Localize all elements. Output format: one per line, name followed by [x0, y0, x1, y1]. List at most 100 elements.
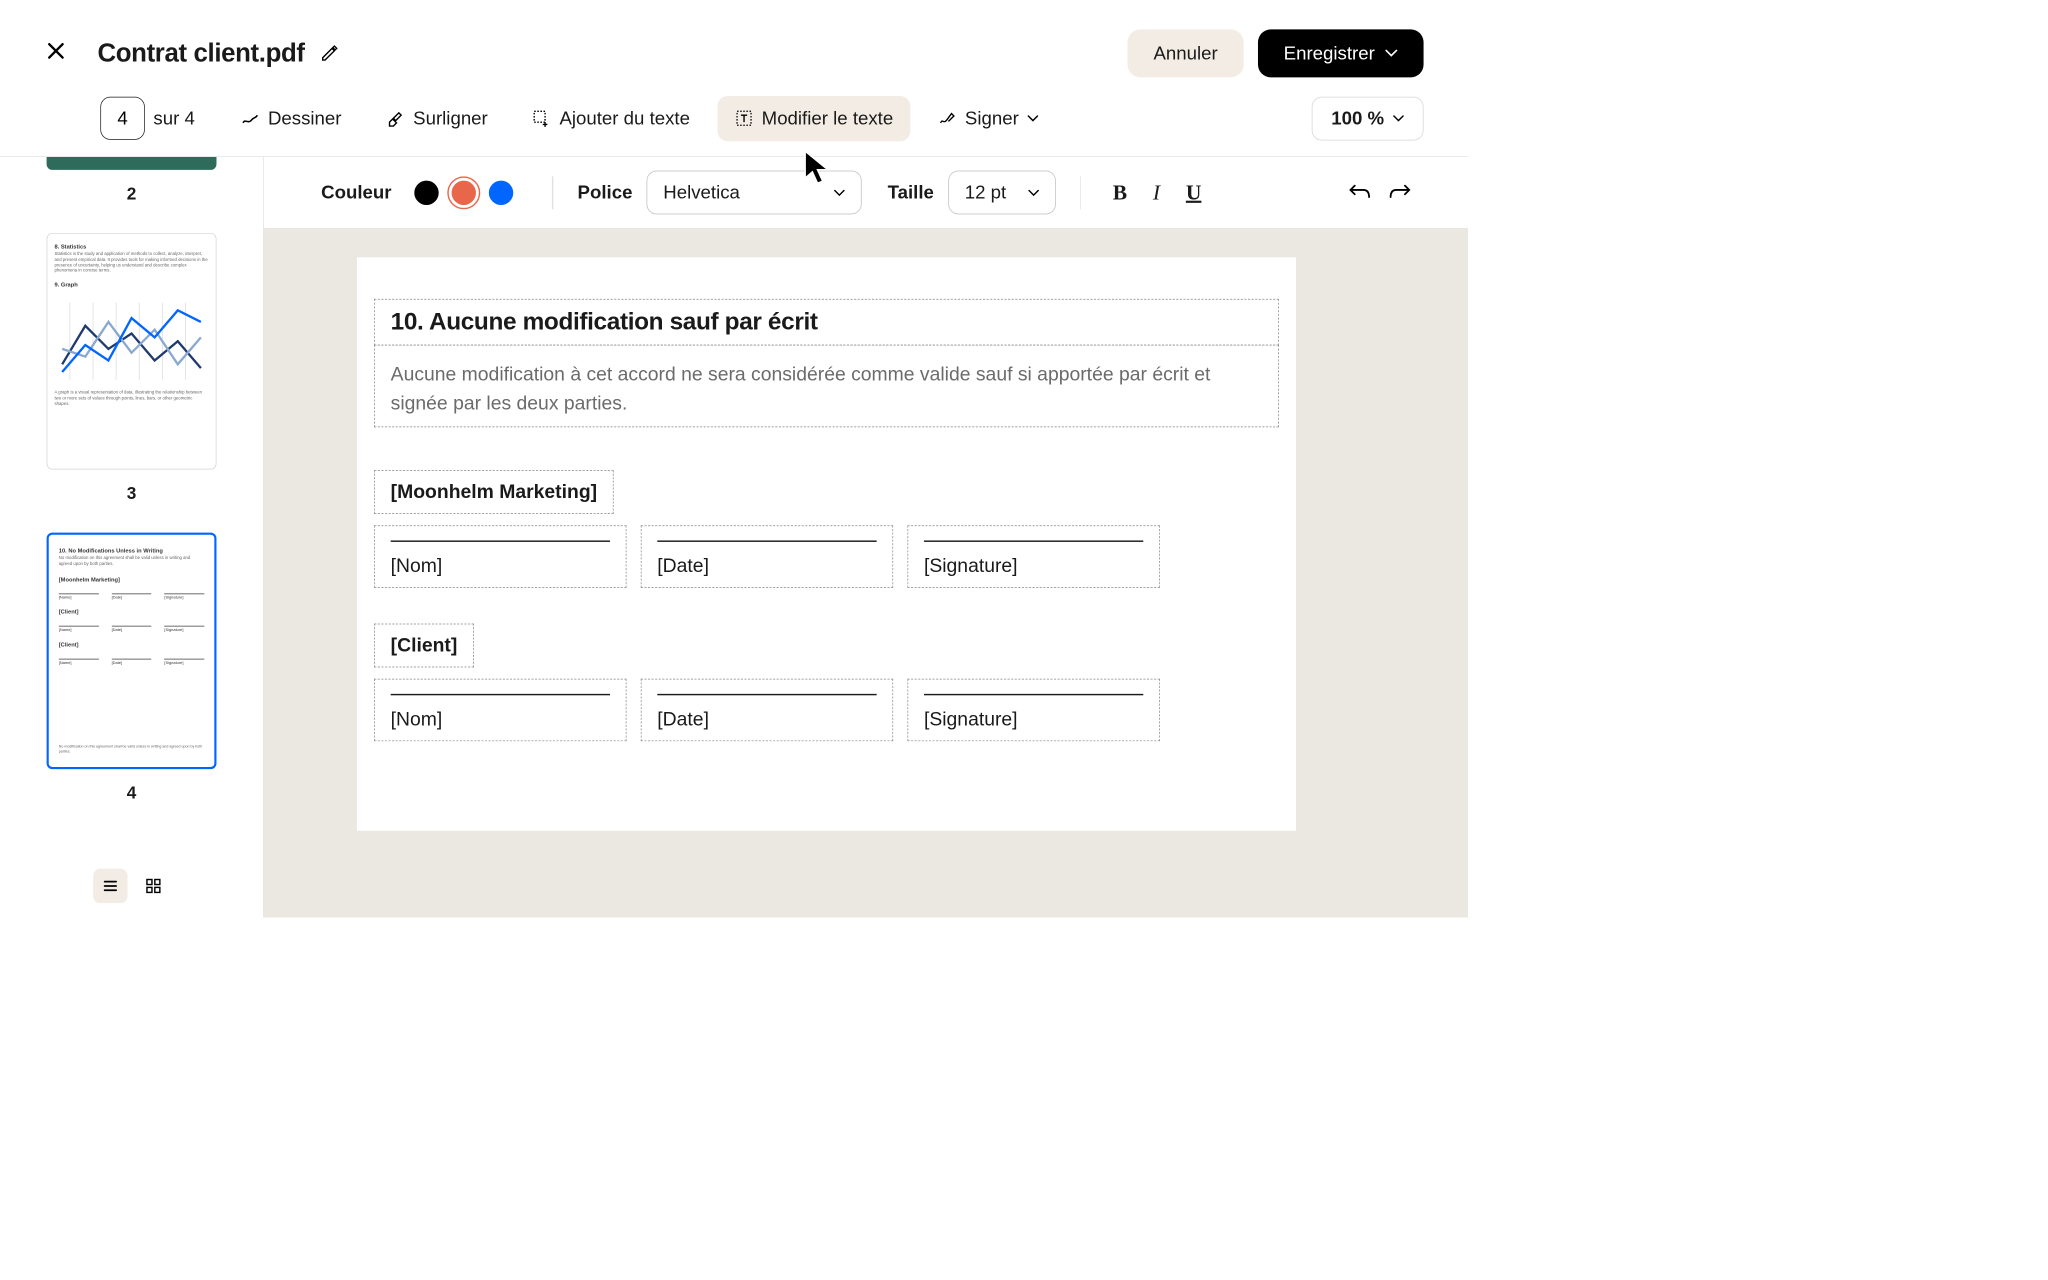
- undo-redo-group: [1349, 183, 1411, 202]
- tool-draw-label: Dessiner: [268, 107, 342, 129]
- grid-icon: [144, 877, 161, 894]
- font-value: Helvetica: [663, 181, 740, 203]
- tool-draw[interactable]: Dessiner: [224, 96, 359, 141]
- sig-field-name[interactable]: [Nom]: [374, 678, 626, 740]
- close-icon: [44, 39, 67, 62]
- sig-field-signature[interactable]: [Signature]: [907, 525, 1159, 587]
- save-button[interactable]: Enregistrer: [1258, 29, 1424, 77]
- thumbnail-number: 4: [127, 783, 137, 803]
- close-button[interactable]: [44, 39, 67, 68]
- rename-button[interactable]: [320, 44, 339, 63]
- italic-button[interactable]: I: [1153, 180, 1160, 204]
- tool-add-text-label: Ajouter du texte: [559, 107, 690, 129]
- chevron-down-icon: [1393, 115, 1404, 122]
- chevron-down-icon: [834, 189, 845, 196]
- thumb3-p2: A graph is a visual representation of da…: [54, 391, 208, 408]
- thumb4-party1: [Moonhelm Marketing]: [59, 576, 205, 583]
- undo-icon: [1349, 183, 1371, 199]
- thumb3-heading-2: 9. Graph: [54, 282, 208, 289]
- page-total-label: sur 4: [153, 107, 194, 129]
- tool-add-text[interactable]: Ajouter du texte: [515, 96, 707, 141]
- thumb4-heading: 10. No Modifications Unless in Writing: [59, 548, 205, 555]
- edit-text-icon: [734, 109, 753, 128]
- party-1-name: [Moonhelm Marketing]: [391, 481, 597, 503]
- font-label: Police: [578, 181, 633, 203]
- color-blue[interactable]: [489, 180, 513, 204]
- list-icon: [101, 877, 118, 894]
- pdf-page: 10. Aucune modification sauf par écrit A…: [357, 257, 1296, 830]
- signature-row-1: [Nom] [Date] [Signature]: [374, 525, 1279, 587]
- page-input-group: sur 4: [100, 97, 194, 140]
- document-title: Contrat client.pdf: [97, 38, 304, 68]
- tool-sign-label: Signer: [965, 107, 1019, 129]
- sig-field-date[interactable]: [Date]: [641, 525, 893, 587]
- section-title: 10. Aucune modification sauf par écrit: [391, 308, 1263, 336]
- pencil-icon: [320, 44, 339, 63]
- redo-icon: [1389, 183, 1411, 199]
- bold-button[interactable]: B: [1113, 180, 1127, 204]
- thumb4-party2b: [Client]: [59, 642, 205, 649]
- view-toggle: [93, 869, 170, 903]
- title-group: Contrat client.pdf: [97, 38, 339, 68]
- size-value: 12 pt: [965, 181, 1006, 203]
- chevron-down-icon: [1385, 49, 1398, 58]
- content-area: Couleur Police Helvetica Taille 12 pt B …: [264, 157, 1468, 918]
- section-body: Aucune modification à cet accord ne sera…: [391, 359, 1263, 417]
- text-block-body[interactable]: Aucune modification à cet accord ne sera…: [374, 344, 1279, 426]
- redo-button[interactable]: [1389, 183, 1411, 202]
- text-block-party2[interactable]: [Client]: [374, 623, 474, 667]
- thumbnail-page-3[interactable]: 8. Statistics Statistics is the study an…: [47, 233, 217, 470]
- zoom-selector[interactable]: 100 %: [1312, 96, 1424, 140]
- thumbnail-sidebar: 2 8. Statistics Statistics is the study …: [0, 157, 264, 918]
- thumbnail-number: 3: [127, 484, 137, 504]
- thumb4-footer: No modification on this agreement shall …: [59, 745, 205, 754]
- undo-button[interactable]: [1349, 183, 1371, 202]
- chevron-down-icon: [1027, 115, 1038, 122]
- save-button-label: Enregistrer: [1284, 42, 1375, 64]
- thumbnail-page-2[interactable]: [47, 157, 217, 170]
- zoom-value: 100 %: [1331, 107, 1384, 129]
- cancel-button[interactable]: Annuler: [1128, 29, 1244, 77]
- color-swatches: [414, 180, 513, 204]
- page-number-input[interactable]: [100, 97, 144, 140]
- separator: [552, 176, 553, 209]
- main-toolbar: sur 4 Dessiner Surligner Ajouter du text…: [0, 86, 1468, 151]
- sig-field-name[interactable]: [Nom]: [374, 525, 626, 587]
- app-header: Contrat client.pdf Annuler Enregistrer: [0, 0, 1468, 86]
- list-view-button[interactable]: [93, 869, 127, 903]
- sign-icon: [938, 109, 957, 128]
- sig-field-signature[interactable]: [Signature]: [907, 678, 1159, 740]
- tool-highlight[interactable]: Surligner: [369, 96, 505, 141]
- tool-sign[interactable]: Signer: [920, 96, 1056, 141]
- tool-edit-text[interactable]: Modifier le texte: [717, 96, 910, 141]
- add-text-icon: [532, 109, 551, 128]
- text-block-title[interactable]: 10. Aucune modification sauf par écrit: [374, 299, 1279, 346]
- underline-button[interactable]: U: [1186, 180, 1202, 204]
- thumb4-party2: [Client]: [59, 609, 205, 616]
- color-black[interactable]: [414, 180, 438, 204]
- thumbnail-strip: 2 8. Statistics Statistics is the study …: [43, 157, 220, 832]
- color-orange[interactable]: [452, 180, 476, 204]
- color-label: Couleur: [321, 181, 391, 203]
- text-block-party1[interactable]: [Moonhelm Marketing]: [374, 470, 613, 514]
- party-2-name: [Client]: [391, 634, 458, 656]
- tool-highlight-label: Surligner: [413, 107, 488, 129]
- main-area: 2 8. Statistics Statistics is the study …: [0, 157, 1468, 918]
- grid-view-button[interactable]: [136, 869, 170, 903]
- highlight-icon: [386, 109, 405, 128]
- header-right: Annuler Enregistrer: [1128, 29, 1424, 77]
- header-left: Contrat client.pdf: [44, 38, 339, 68]
- signature-row-2: [Nom] [Date] [Signature]: [374, 678, 1279, 740]
- font-selector[interactable]: Helvetica: [647, 171, 862, 215]
- sig-field-date[interactable]: [Date]: [641, 678, 893, 740]
- chevron-down-icon: [1028, 189, 1039, 196]
- format-toolbar: Couleur Police Helvetica Taille 12 pt B …: [264, 157, 1468, 229]
- size-selector[interactable]: 12 pt: [948, 171, 1056, 215]
- document-canvas[interactable]: 10. Aucune modification sauf par écrit A…: [264, 229, 1468, 918]
- thumbnail-page-4[interactable]: 10. No Modifications Unless in Writing N…: [47, 533, 217, 770]
- thumbnail-number: 2: [127, 184, 137, 204]
- size-label: Taille: [888, 181, 934, 203]
- thumb4-p1: No modification on this agreement shall …: [59, 556, 205, 567]
- text-style-group: B I U: [1113, 180, 1202, 204]
- separator: [1080, 176, 1081, 209]
